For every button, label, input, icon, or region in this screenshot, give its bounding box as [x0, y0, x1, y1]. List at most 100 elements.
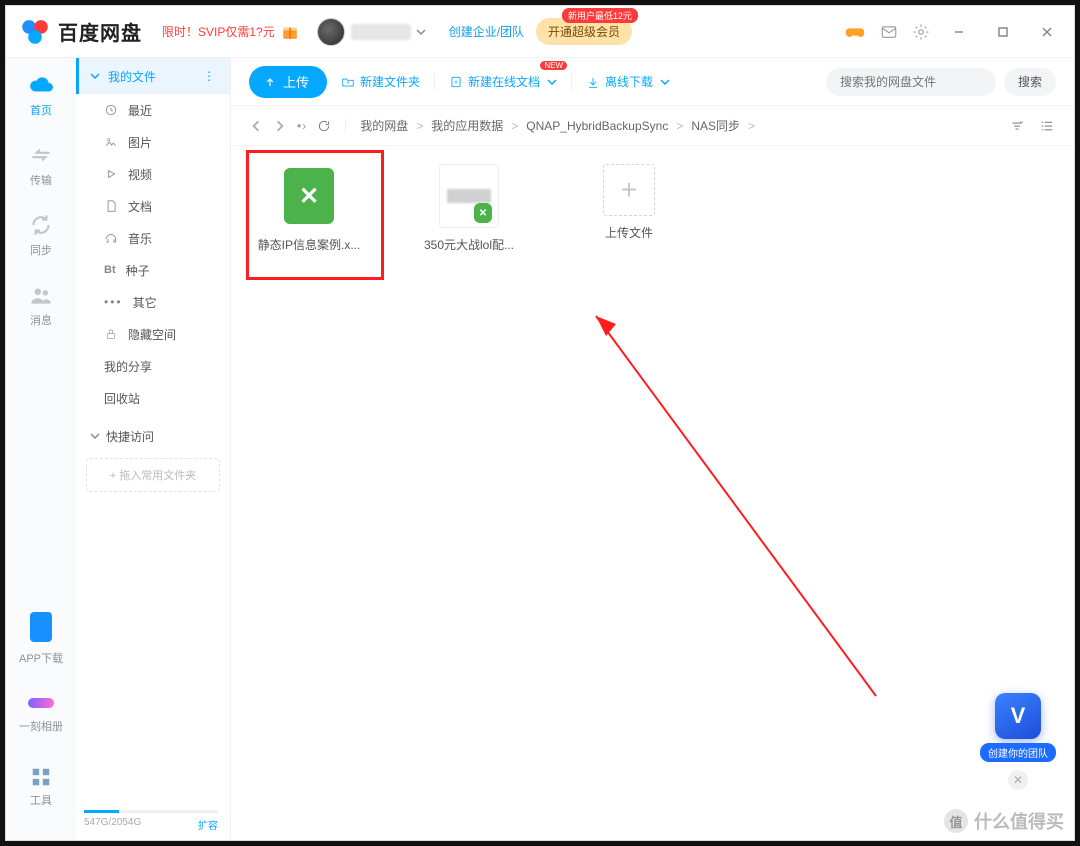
document-icon	[104, 199, 118, 213]
team-v-icon: V	[995, 693, 1041, 739]
rail-home[interactable]: 首页	[28, 72, 54, 118]
maximize-button[interactable]	[988, 17, 1018, 47]
create-team-link[interactable]: 创建企业/团队	[449, 23, 524, 40]
chevron-down-icon	[660, 77, 670, 87]
promo-text[interactable]: 限时！SVIP仅需1?元	[162, 23, 275, 40]
sidebar-item-seeds[interactable]: Bt 种子	[76, 254, 230, 286]
search-area: 搜索	[826, 68, 1056, 96]
team-float-close-icon[interactable]: ✕	[1008, 770, 1028, 790]
gift-icon[interactable]	[281, 23, 299, 41]
upload-label: 上传	[283, 72, 309, 91]
sync-icon	[28, 212, 54, 238]
sidebar-item-recent[interactable]: 最近	[76, 94, 230, 126]
gear-icon[interactable]	[912, 23, 930, 41]
xls-file-icon	[474, 203, 492, 223]
file-grid-area: 静态IP信息案例.x... 350元大战lol配... + 上传文件	[231, 146, 1074, 840]
gamepad-icon[interactable]	[844, 21, 866, 43]
upload-tile[interactable]: + 上传文件	[569, 164, 689, 253]
app-window: 百度网盘 限时！SVIP仅需1?元 创建企业/团队 开通超级会员 新用户最低12…	[5, 5, 1075, 841]
sidebar-section-quickaccess[interactable]: 快捷访问	[76, 420, 230, 452]
open-svip-label: 开通超级会员	[548, 25, 620, 39]
sidebar-item-documents[interactable]: 文档	[76, 190, 230, 222]
offline-download-label: 离线下载	[605, 73, 653, 90]
minimize-button[interactable]	[944, 17, 974, 47]
rail-tools[interactable]: 工具	[30, 766, 52, 826]
grid-icon	[30, 766, 52, 788]
crumb-0[interactable]: 我的网盘	[360, 117, 408, 134]
refresh-icon[interactable]	[317, 119, 331, 133]
sidebar-more-icon[interactable]: ⋮	[203, 69, 216, 83]
rail-moments[interactable]: 一刻相册	[19, 698, 63, 752]
sidebar-item-myshare[interactable]: 我的分享	[76, 350, 230, 382]
sidebar-item-images[interactable]: 图片	[76, 126, 230, 158]
quickaccess-drop-zone[interactable]: + 拖入常用文件夹	[86, 458, 220, 492]
new-folder-button[interactable]: 新建文件夹	[341, 73, 420, 90]
rail-moments-label: 一刻相册	[19, 718, 63, 734]
offline-download-button[interactable]: 离线下载	[586, 73, 670, 90]
rail-app-download[interactable]: APP下载	[19, 612, 63, 684]
annotation-arrow	[586, 306, 886, 706]
crumb-3[interactable]: NAS同步	[691, 117, 740, 134]
crumb-2[interactable]: QNAP_HybridBackupSync	[526, 119, 668, 133]
rail-sync-label: 同步	[30, 242, 52, 258]
mail-icon[interactable]	[880, 23, 898, 41]
play-icon	[104, 167, 118, 181]
sidebar-item-hidden[interactable]: 隐藏空间	[76, 318, 230, 350]
content-area: 上传 新建文件夹 新建在线文档 NEW 离线下载	[231, 58, 1074, 840]
nav-back-icon[interactable]	[249, 119, 263, 133]
sidebar-recent-label: 最近	[128, 102, 152, 119]
rail-transfer[interactable]: 传输	[28, 142, 54, 188]
open-svip-button[interactable]: 开通超级会员 新用户最低12元	[536, 18, 632, 45]
file-item-1[interactable]: 静态IP信息案例.x...	[249, 164, 369, 253]
upload-button[interactable]: 上传	[249, 66, 327, 98]
new-folder-label: 新建文件夹	[360, 73, 420, 90]
search-button[interactable]: 搜索	[1004, 68, 1056, 96]
sort-icon[interactable]	[1008, 117, 1026, 135]
sidebar-item-myfiles[interactable]: 我的文件 ⋮	[76, 58, 230, 94]
nav-forward-icon[interactable]	[273, 119, 287, 133]
create-team-float[interactable]: V 创建你的团队 ✕	[980, 693, 1056, 790]
sidebar-item-other[interactable]: •••其它	[76, 286, 230, 318]
list-view-icon[interactable]	[1038, 117, 1056, 135]
new-badge: NEW	[540, 61, 567, 70]
breadcrumb: 我的网盘> 我的应用数据> QNAP_HybridBackupSync> NAS…	[360, 117, 755, 134]
phone-icon	[30, 612, 52, 642]
team-float-label: 创建你的团队	[980, 743, 1056, 762]
sidebar-item-recycle[interactable]: 回收站	[76, 382, 230, 414]
vip-badge: 新用户最低12元	[562, 8, 638, 23]
sidebar-item-music[interactable]: 音乐	[76, 222, 230, 254]
rail-transfer-label: 传输	[30, 172, 52, 188]
folder-plus-icon	[341, 75, 355, 89]
headphones-icon	[104, 231, 118, 245]
baidu-netdisk-icon	[18, 15, 52, 49]
file-item-2[interactable]: 350元大战lol配...	[409, 164, 529, 253]
rail-messages[interactable]: 消息	[28, 282, 54, 328]
storage-used-text: 547G/2054G	[84, 817, 141, 832]
bt-icon: Bt	[104, 264, 116, 276]
crumb-1[interactable]: 我的应用数据	[431, 117, 503, 134]
cloud-icon	[28, 72, 54, 98]
sidebar-item-videos[interactable]: 视频	[76, 158, 230, 190]
left-rail: 首页 传输 同步 消息 APP下载 一刻相册	[6, 58, 76, 840]
storage-expand-link[interactable]: 扩容	[198, 817, 218, 832]
chevron-down-icon[interactable]	[415, 26, 427, 38]
clock-icon	[104, 103, 118, 117]
search-input[interactable]	[826, 68, 996, 96]
rail-app-label: APP下载	[19, 650, 63, 666]
user-avatar[interactable]	[317, 18, 345, 46]
upload-icon	[263, 75, 277, 89]
close-button[interactable]	[1032, 17, 1062, 47]
download-icon	[586, 75, 600, 89]
sidebar-seeds-label: 种子	[126, 262, 150, 279]
doc-plus-icon	[449, 75, 463, 89]
brand-logo: 百度网盘	[18, 15, 142, 49]
rail-sync[interactable]: 同步	[28, 212, 54, 258]
nav-history-icon[interactable]: •›	[297, 119, 307, 133]
view-controls	[1008, 117, 1056, 135]
lock-icon	[104, 327, 118, 341]
sidebar-music-label: 音乐	[128, 230, 152, 247]
new-online-doc-button[interactable]: 新建在线文档 NEW	[449, 73, 557, 90]
new-online-doc-label: 新建在线文档	[468, 73, 540, 90]
rail-tools-label: 工具	[30, 792, 52, 808]
body: 首页 传输 同步 消息 APP下载 一刻相册	[6, 58, 1074, 840]
